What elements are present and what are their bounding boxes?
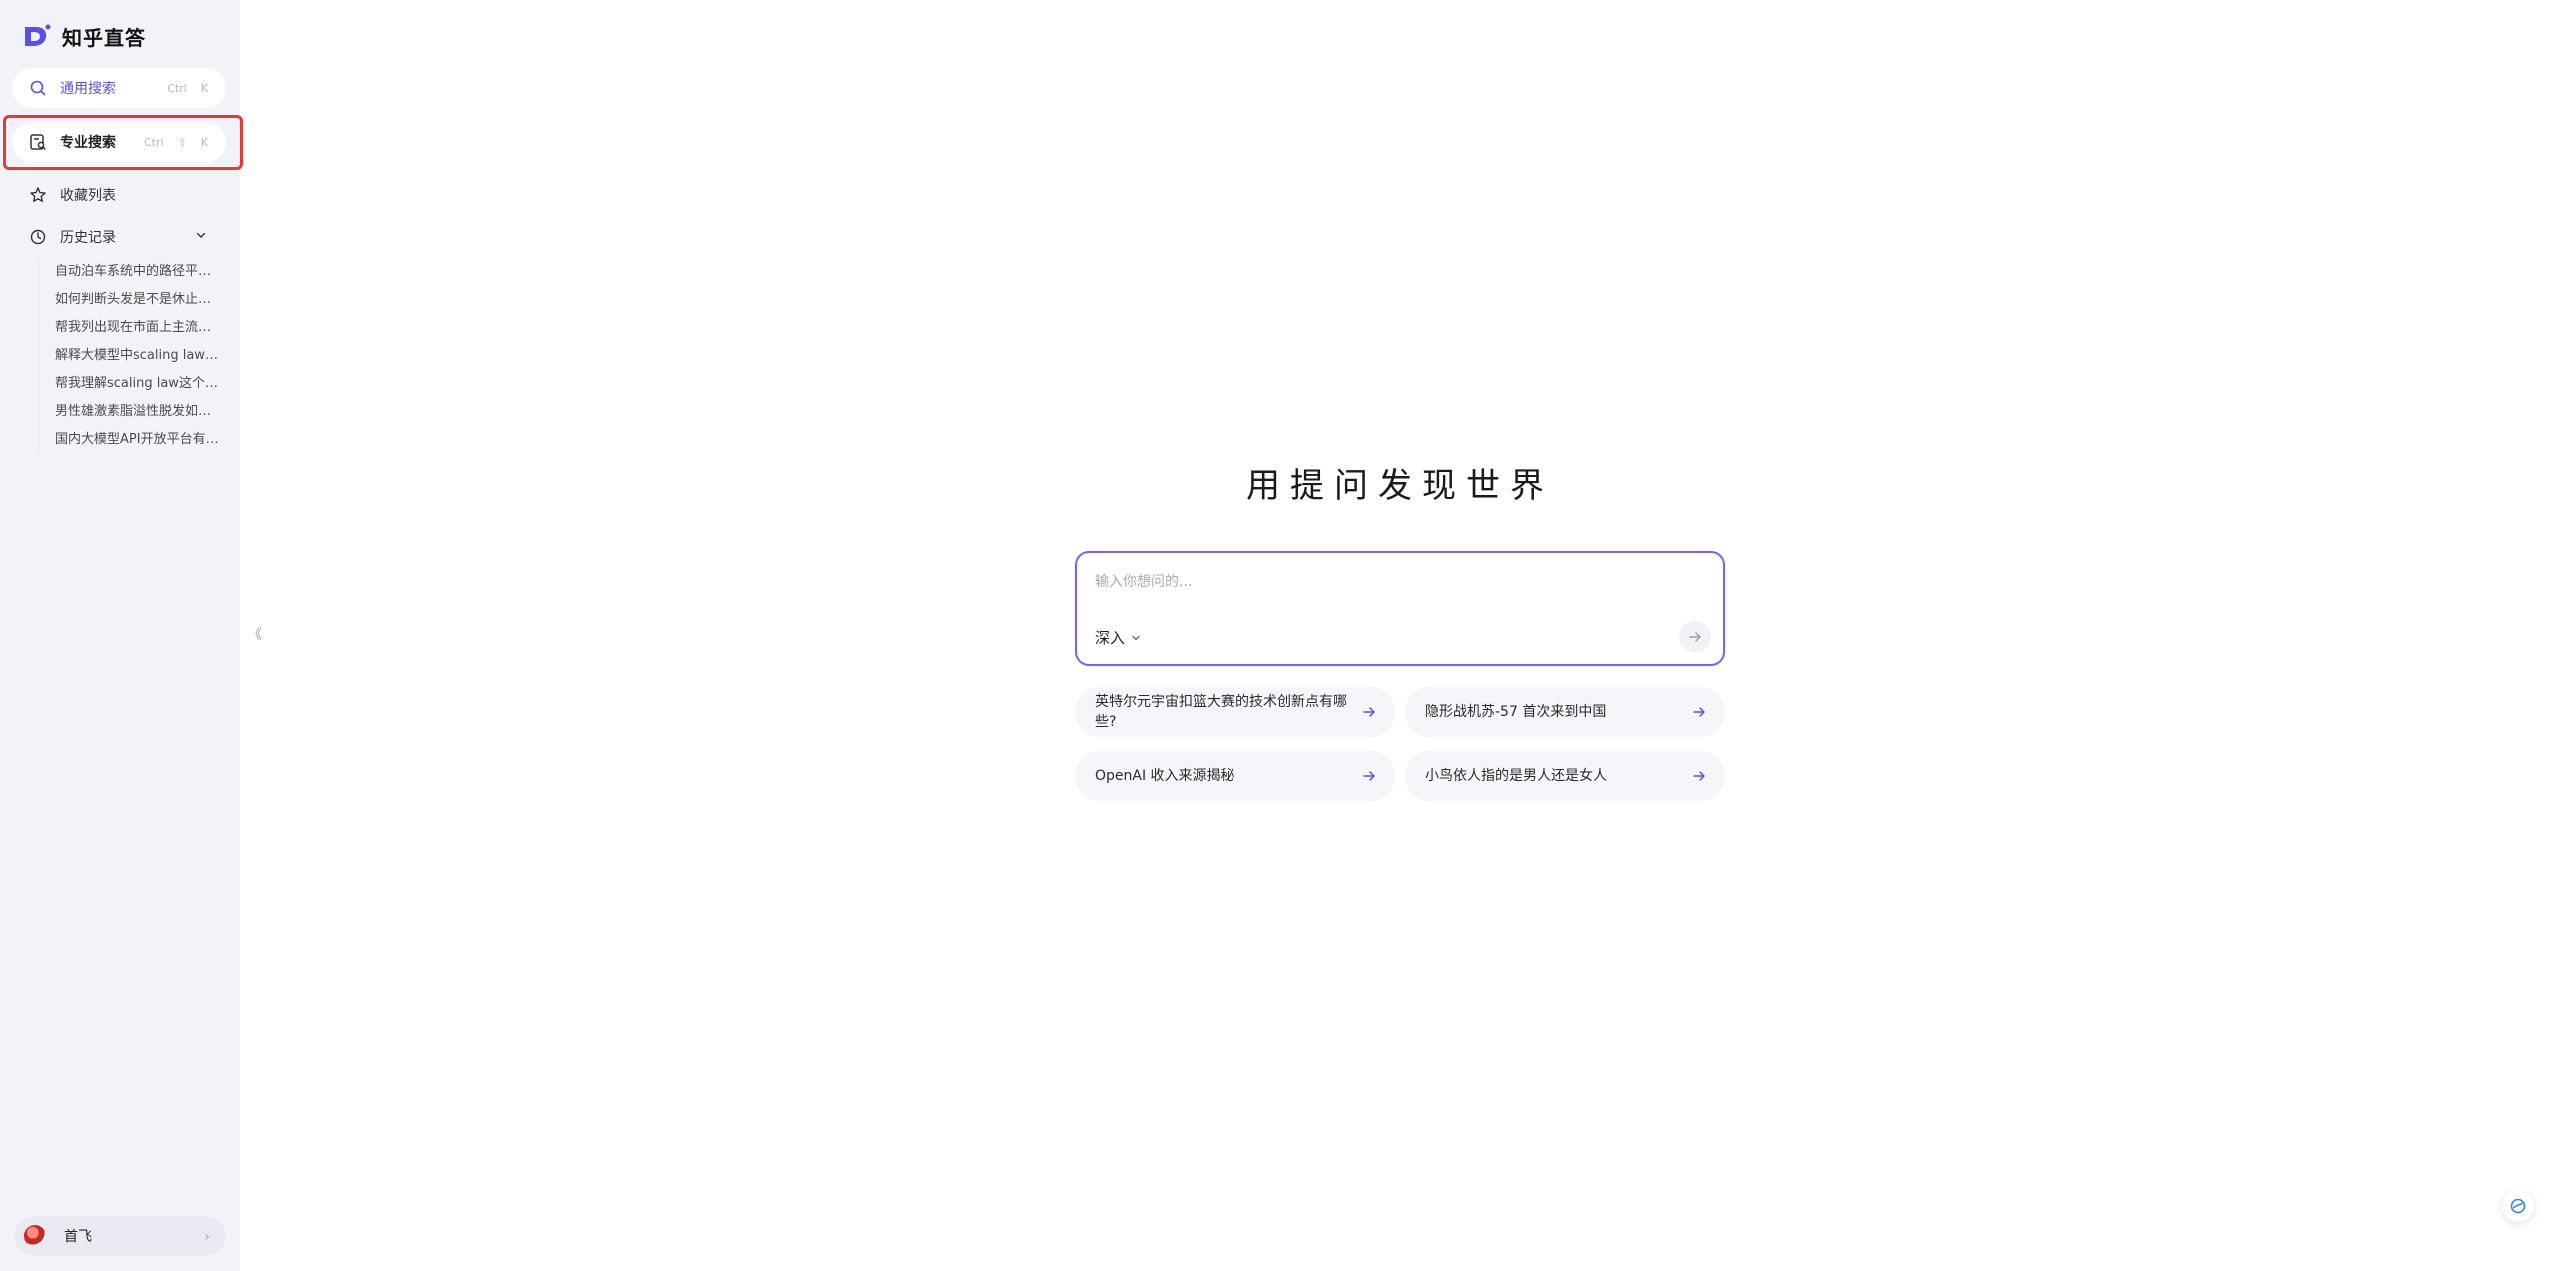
- user-name: 首飞: [64, 1229, 92, 1245]
- history-item[interactable]: 自动泊车系统中的路径平…: [39, 258, 219, 286]
- suggestion-card[interactable]: OpenAI 收入来源揭秘: [1075, 751, 1395, 801]
- star-icon: [28, 185, 48, 205]
- arrow-right-icon: [1693, 707, 1705, 717]
- chevron-down-icon[interactable]: [196, 230, 206, 240]
- suggestion-card[interactable]: 英特尔元宇宙扣篮大赛的技术创新点有哪些?: [1075, 687, 1395, 737]
- general-search-shortcut: Ctrl K: [163, 81, 212, 96]
- question-input[interactable]: [1095, 569, 1695, 595]
- chevron-down-icon: [1132, 635, 1140, 640]
- arrow-right-icon: [1693, 771, 1705, 781]
- arrow-right-icon: [1363, 707, 1375, 717]
- history-item[interactable]: 如何判断头发是不是休止…: [39, 286, 219, 314]
- history-item[interactable]: 帮我列出现在市面上主流…: [39, 314, 219, 342]
- brand-logo[interactable]: 知乎直答: [22, 22, 146, 50]
- nav-general-search[interactable]: 通用搜索 Ctrl K: [12, 68, 226, 108]
- clock-icon: [28, 227, 48, 247]
- app-root: 知乎直答 通用搜索 Ctrl K 专业搜索 Ctrl ⇧ K 收藏列表 历史记录…: [0, 0, 2560, 1271]
- shortcut-key: K: [200, 135, 208, 149]
- nav-history-label: 历史记录: [60, 230, 116, 246]
- history-item[interactable]: 帮我理解scaling law这个…: [39, 370, 219, 398]
- ask-box: 深入: [1075, 551, 1725, 666]
- document-search-icon: [28, 132, 48, 152]
- shortcut-key: ⇧: [177, 135, 187, 149]
- avatar: [24, 1225, 46, 1247]
- pro-search-shortcut: Ctrl ⇧ K: [140, 135, 212, 150]
- suggestion-text: 隐形战机苏-57 首次来到中国: [1425, 704, 1607, 720]
- suggestion-card[interactable]: 隐形战机苏-57 首次来到中国: [1405, 687, 1725, 737]
- history-item[interactable]: 国内大模型API开放平台有…: [39, 426, 219, 454]
- brand-logo-icon: [25, 24, 51, 46]
- page-title: 用提问发现世界: [1246, 466, 1554, 506]
- mode-select[interactable]: 深入: [1095, 627, 1141, 648]
- brand-name: 知乎直答: [62, 25, 146, 50]
- search-icon: [28, 78, 48, 98]
- shortcut-key: Ctrl: [143, 135, 164, 149]
- user-profile[interactable]: 首飞 ›: [14, 1216, 226, 1256]
- history-item[interactable]: 解释大模型中scaling law …: [39, 342, 219, 370]
- mode-select-label: 深入: [1095, 629, 1126, 647]
- collapse-sidebar-button[interactable]: 《: [248, 624, 262, 644]
- shortcut-key: Ctrl: [167, 81, 187, 95]
- chat-bubble-icon: [2510, 1198, 2526, 1214]
- arrow-right-icon: [1363, 771, 1375, 781]
- suggestion-text: 英特尔元宇宙扣篮大赛的技术创新点有哪些?: [1095, 694, 1347, 730]
- suggestion-card[interactable]: 小鸟依人指的是男人还是女人: [1405, 751, 1725, 801]
- nav-pro-search-label: 专业搜索: [60, 135, 116, 151]
- nav-general-search-label: 通用搜索: [60, 81, 116, 97]
- suggestion-text: OpenAI 收入来源揭秘: [1095, 768, 1235, 784]
- nav-history[interactable]: 历史记录: [12, 217, 226, 257]
- nav-pro-search[interactable]: 专业搜索 Ctrl ⇧ K: [12, 122, 226, 162]
- send-button[interactable]: [1679, 621, 1711, 653]
- history-list: 自动泊车系统中的路径平… 如何判断头发是不是休止… 帮我列出现在市面上主流… 解…: [38, 258, 219, 454]
- floating-assistant-button[interactable]: [2502, 1190, 2534, 1222]
- history-item[interactable]: 男性雄激素脂溢性脱发如…: [39, 398, 219, 426]
- chevron-right-icon: ›: [204, 1229, 210, 1245]
- arrow-right-icon: [1689, 632, 1701, 642]
- nav-favorites[interactable]: 收藏列表: [12, 175, 226, 215]
- nav-favorites-label: 收藏列表: [60, 188, 116, 204]
- sidebar: 知乎直答 通用搜索 Ctrl K 专业搜索 Ctrl ⇧ K 收藏列表 历史记录…: [0, 0, 243, 1271]
- suggestion-text: 小鸟依人指的是男人还是女人: [1425, 768, 1607, 784]
- shortcut-key: K: [200, 81, 208, 95]
